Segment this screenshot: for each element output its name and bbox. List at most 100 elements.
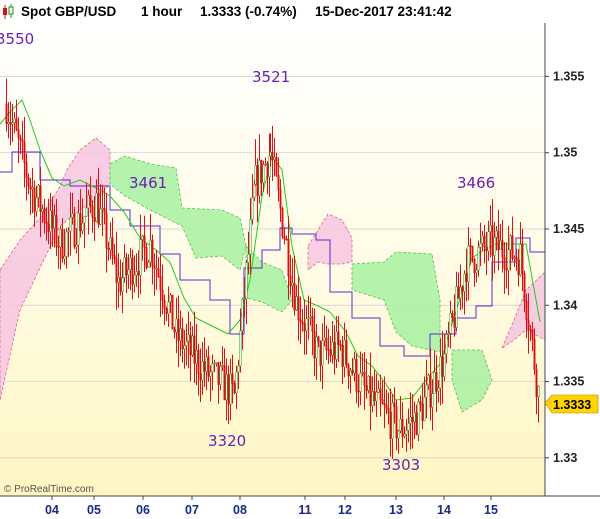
annotation-3461: 3461 [129,174,167,192]
candle-body [289,275,292,287]
candle-body [205,356,208,372]
candle-body [487,231,490,252]
candle-body [143,235,146,248]
candle-body [377,388,380,393]
candle-body [369,376,372,406]
candle-body [17,129,20,139]
candle-body [13,118,16,124]
candle-body [111,237,114,256]
candle-body [239,330,242,367]
candle-body [139,239,142,276]
candle-body [133,274,136,285]
candle-body [305,318,308,332]
candle-body [51,210,54,229]
candle-body [61,229,64,259]
candle-body [505,268,508,271]
watermark: © ProRealTime.com [4,484,94,495]
candle-body [11,122,14,125]
candle-body [515,257,518,261]
candle-body [262,164,265,184]
plot-background [0,23,545,496]
candle-body [109,237,112,250]
candle-body [75,244,78,248]
candle-body [23,141,26,163]
candle-body [355,358,358,392]
candle-body [225,374,228,401]
candle-body [475,269,478,273]
candle-body [219,365,222,385]
candle-body [375,391,378,402]
candle-body [207,356,210,377]
candle-body [277,174,280,190]
candle-body [213,362,216,365]
candle-body [97,192,100,225]
candle-body [49,210,52,232]
candle-body [193,335,196,364]
candle-body [357,390,360,393]
candle-body [87,194,90,209]
candle-body [101,208,104,210]
candle-body [25,162,28,178]
candle-body [181,328,184,350]
candle-body [37,185,40,198]
candle-body [481,235,484,244]
candle-body [153,265,156,269]
candle-body [491,225,494,256]
candle-body [341,344,344,367]
candle-body [423,396,426,421]
candle-body [329,349,332,356]
candle-body [179,328,182,341]
candle-body [21,139,24,143]
y-tick-label: 1.345 [553,222,584,236]
candle-body [389,412,392,439]
x-tick-label: 05 [87,503,101,517]
candle-body [439,356,442,389]
candle-body [85,207,88,217]
candle-body [35,197,38,212]
candle-body [269,152,272,157]
candle-body [79,213,82,232]
candle-body [275,157,278,176]
candle-body [99,208,102,225]
candle-body [349,370,352,377]
candle-body [29,185,32,190]
candle-body [7,121,10,124]
candle-body [27,177,30,187]
candle-body [63,255,66,259]
candle-body [149,239,152,263]
candle-body [266,163,269,178]
candle-body [81,222,84,232]
candle-body [417,401,420,435]
candle-body [327,349,330,351]
candle-body [513,257,516,259]
y-tick-label: 1.35 [553,146,577,160]
candle-body [315,336,318,359]
candle-body [353,358,356,374]
quote-label: 1.3333 (-0.74%) [200,4,297,19]
annotation-3303: 3303 [382,456,420,474]
candle-body [287,238,290,277]
candle-body [379,388,382,400]
candle-body [495,230,498,238]
candle-body [351,370,354,374]
candle-body [217,362,220,385]
candle-body [203,361,206,372]
candle-body [31,187,34,190]
candle-body [15,118,18,131]
candle-body [209,371,212,377]
candle-body [268,155,271,178]
candle-body [65,231,68,257]
candle-body [427,375,430,386]
candle-body [299,319,302,322]
candle-body [165,308,168,314]
candle-body [231,373,234,384]
candle-body [367,376,370,391]
candle-body [501,240,504,258]
candle-body [509,235,512,250]
candle-body [383,403,386,406]
candle-body [335,331,338,360]
candle-body [235,371,238,394]
candle-body [411,416,414,422]
candle-body [497,230,500,251]
candle-body [397,430,400,439]
